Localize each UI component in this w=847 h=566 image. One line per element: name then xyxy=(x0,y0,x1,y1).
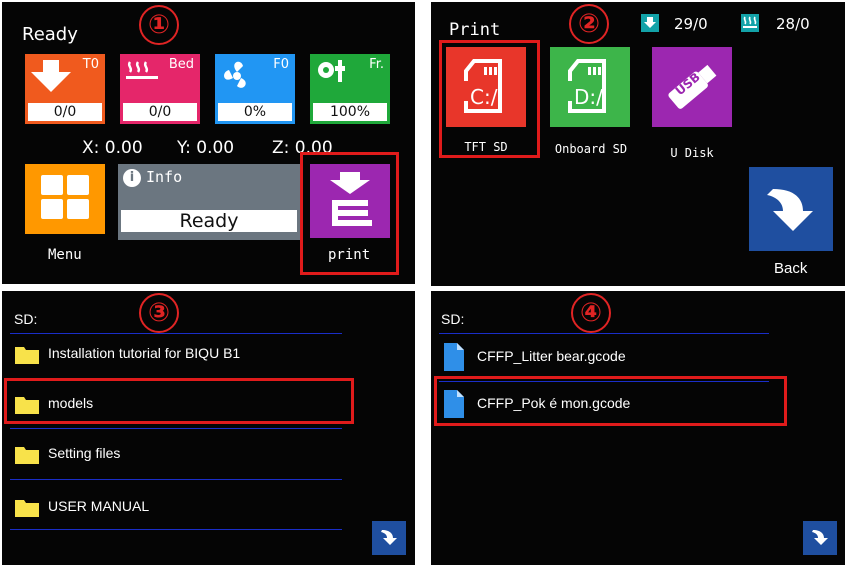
tile-fan[interactable]: F0 0% xyxy=(215,54,295,124)
back-button[interactable] xyxy=(749,167,833,251)
highlight-pokemon xyxy=(434,376,787,426)
sd-title: SD: xyxy=(441,311,465,327)
tile-bed-value: 0/0 xyxy=(123,103,197,121)
source-onboard-sd-drive: D:/ xyxy=(574,85,603,109)
bed-temp-icon xyxy=(741,14,759,32)
tile-nozzle[interactable]: T0 0/0 xyxy=(25,54,105,124)
file-row-label: Setting files xyxy=(48,445,121,461)
gcode-file-row[interactable]: CFFP_Litter bear.gcode xyxy=(441,334,835,382)
info-box[interactable]: i Info Ready xyxy=(118,164,300,240)
folder-icon xyxy=(15,347,39,364)
back-arrow-icon xyxy=(812,530,828,545)
source-onboard-sd-label: Onboard SD xyxy=(554,142,628,156)
nozzle-temp: 29/0 xyxy=(674,15,708,33)
file-icon xyxy=(444,343,464,371)
back-arrow-icon xyxy=(381,530,397,545)
panel-home: ① Ready T0 0/0 Bed 0/0 F0 0% Fr. 100% X:… xyxy=(2,2,415,284)
divider xyxy=(10,479,342,480)
info-title: Info xyxy=(146,168,183,186)
back-button-small[interactable] xyxy=(372,521,406,555)
speed-gear-icon xyxy=(318,60,345,82)
folder-icon xyxy=(15,447,39,464)
back-button-small[interactable] xyxy=(803,521,837,555)
divider xyxy=(10,529,342,530)
source-u-disk[interactable]: USB xyxy=(652,47,732,127)
bed-heat-icon xyxy=(126,61,158,79)
file-row-label: USER MANUAL xyxy=(48,498,150,514)
highlight-tft-sd xyxy=(439,40,540,158)
print-title: Print xyxy=(449,20,501,40)
bed-temp: 28/0 xyxy=(776,15,810,33)
tile-bed[interactable]: Bed 0/0 xyxy=(120,54,200,124)
gcode-file-label: CFFP_Litter bear.gcode xyxy=(477,348,626,364)
tile-nozzle-value: 0/0 xyxy=(28,103,102,121)
back-label: Back xyxy=(774,260,808,277)
menu-label: Menu xyxy=(48,247,82,263)
file-row-folder[interactable]: USER MANUAL xyxy=(12,484,405,532)
source-onboard-sd[interactable]: D:/ xyxy=(550,47,630,127)
file-row-folder[interactable]: Setting files xyxy=(12,431,405,479)
highlight-print xyxy=(300,152,399,275)
tile-bed-label: Bed xyxy=(168,57,194,72)
tile-nozzle-label: T0 xyxy=(82,57,99,72)
highlight-models xyxy=(4,378,354,424)
coord-x: X: 0.00 xyxy=(82,138,143,158)
fan-icon xyxy=(224,61,246,88)
step-badge-2: ② xyxy=(569,4,609,44)
sd-title: SD: xyxy=(14,311,38,327)
tile-speed-value: 100% xyxy=(313,103,387,121)
step-badge-3: ③ xyxy=(139,293,179,333)
step-badge-1: ① xyxy=(139,5,179,45)
divider xyxy=(10,428,342,429)
panel-sd-files: SD: ③ Installation tutorial for BIQU B1 … xyxy=(2,291,415,565)
menu-button[interactable] xyxy=(25,164,105,234)
file-row-label: Installation tutorial for BIQU B1 xyxy=(48,345,241,361)
tile-fan-label: F0 xyxy=(273,57,289,72)
info-icon: i xyxy=(123,169,141,187)
nozzle-temp-icon xyxy=(641,14,659,32)
panel-print-source: Print ② 29/0 28/0 C:/ TFT SD D:/ Onboard… xyxy=(431,2,845,286)
back-arrow-icon xyxy=(767,189,813,231)
grid-icon xyxy=(41,175,89,219)
source-u-disk-label: U Disk xyxy=(670,146,714,160)
info-status: Ready xyxy=(121,210,297,232)
nozzle-icon xyxy=(31,60,71,92)
folder-icon xyxy=(15,500,39,517)
tile-speed[interactable]: Fr. 100% xyxy=(310,54,390,124)
status-title: Ready xyxy=(22,24,78,45)
coord-y: Y: 0.00 xyxy=(177,138,235,158)
panel-sd-models: SD: ④ CFFP_Litter bear.gcode CFFP_Pok é … xyxy=(431,291,845,565)
tile-fan-value: 0% xyxy=(218,103,292,121)
tile-speed-label: Fr. xyxy=(369,57,384,72)
file-row-folder[interactable]: Installation tutorial for BIQU B1 xyxy=(12,331,405,379)
step-badge-4: ④ xyxy=(571,293,611,333)
